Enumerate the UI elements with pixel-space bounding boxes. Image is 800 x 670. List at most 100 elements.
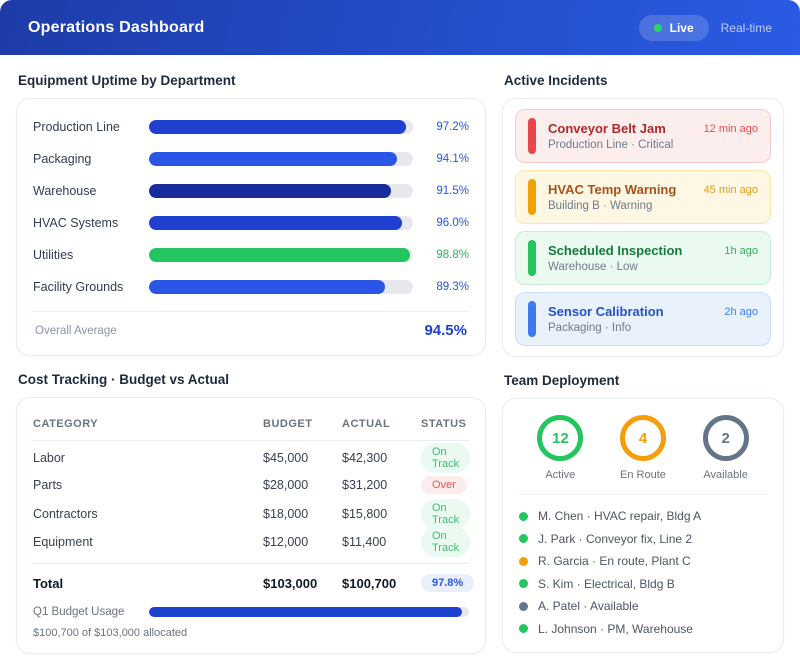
team-stat-label: En Route xyxy=(620,469,666,481)
incidents-section: Active Incidents Conveyor Belt Jam 12 mi… xyxy=(502,73,784,357)
allocation-text: $100,700 of $103,000 allocated xyxy=(33,627,188,639)
incident-body: HVAC Temp Warning 45 min ago Building B … xyxy=(548,182,758,212)
team-member-row: L. Johnson · PM, Warehouse xyxy=(519,618,767,641)
cost-section-title: Cost Tracking · Budget vs Actual xyxy=(18,372,230,387)
incidents-section-title: Active Incidents xyxy=(504,73,608,88)
incident-body: Scheduled Inspection 1h ago Warehouse · … xyxy=(548,243,758,273)
cost-category: Contractors xyxy=(33,507,98,521)
incident-title: Scheduled Inspection xyxy=(548,243,683,258)
incident-card[interactable]: HVAC Temp Warning 45 min ago Building B … xyxy=(515,170,771,224)
budget-usage-fill xyxy=(149,607,462,617)
member-text: L. Johnson · PM, Warehouse xyxy=(538,621,693,636)
incident-body: Conveyor Belt Jam 12 min ago Production … xyxy=(548,121,758,151)
uptime-bar-track xyxy=(149,152,413,166)
cost-row: Equipment $12,000 $11,400 On Track xyxy=(33,527,471,557)
uptime-bar-list: Production Line 97.2% Packaging 94.1% Wa… xyxy=(33,111,469,303)
member-text: J. Park · Conveyor fix, Line 2 xyxy=(538,531,693,546)
member-status-dot xyxy=(519,534,528,544)
incident-time: 45 min ago xyxy=(703,183,758,196)
uptime-bar-fill xyxy=(149,184,391,198)
team-stat-ring: 4 xyxy=(619,415,666,461)
incident-time: 12 min ago xyxy=(703,122,758,135)
member-status-dot xyxy=(519,556,528,566)
member-text: M. Chen · HVAC repair, Bldg A xyxy=(538,509,702,524)
incident-card[interactable]: Conveyor Belt Jam 12 min ago Production … xyxy=(515,109,771,163)
uptime-section-title: Equipment Uptime by Department xyxy=(18,73,236,88)
incident-meta: Warehouse · Low xyxy=(548,261,638,273)
uptime-dept-label: Utilities xyxy=(33,248,74,262)
cost-section: Cost Tracking · Budget vs Actual CATEGOR… xyxy=(16,372,486,654)
cost-actual: $11,400 xyxy=(342,535,387,549)
team-stat-value: 12 xyxy=(551,429,569,447)
cost-status-cell: On Track xyxy=(421,499,471,529)
uptime-dept-label: Packaging xyxy=(33,152,92,166)
live-badge[interactable]: Live xyxy=(638,14,709,41)
uptime-bar-track xyxy=(149,216,413,230)
team-stat: 4 En Route xyxy=(619,415,666,481)
incident-card[interactable]: Scheduled Inspection 1h ago Warehouse · … xyxy=(515,231,771,285)
total-status-cell: 97.8% xyxy=(421,574,475,592)
incident-meta: Building B · Warning xyxy=(548,200,653,212)
uptime-percent: 94.1% xyxy=(436,153,469,165)
uptime-dept-label: Production Line xyxy=(33,120,120,134)
uptime-bar-fill xyxy=(149,280,385,294)
member-status-dot xyxy=(519,601,528,611)
uptime-bar-fill xyxy=(149,120,406,134)
incident-severity-bar xyxy=(528,240,536,276)
cost-status-cell: On Track xyxy=(421,443,471,473)
uptime-row: Production Line 97.2% xyxy=(33,111,469,143)
uptime-bar-track xyxy=(149,120,413,134)
incident-severity-bar xyxy=(528,118,536,154)
member-text: A. Patel · Available xyxy=(538,599,639,614)
cost-actual: $42,300 xyxy=(342,451,388,465)
status-badge: On Track xyxy=(421,527,471,557)
budget-usage-row: Q1 Budget Usage xyxy=(33,606,469,618)
uptime-percent: 96.0% xyxy=(436,217,469,229)
incident-time: 1h ago xyxy=(724,244,758,257)
member-text: S. Kim · Electrical, Bldg B xyxy=(538,576,675,591)
uptime-row: HVAC Systems 96.0% xyxy=(33,207,469,239)
uptime-percent: 98.8% xyxy=(436,249,469,261)
member-status-dot xyxy=(519,511,528,521)
team-stat-value: 2 xyxy=(721,429,730,447)
total-percent-badge: 97.8% xyxy=(421,574,475,592)
cost-actual: $31,200 xyxy=(342,478,388,492)
col-header-status: STATUS xyxy=(421,418,467,430)
cost-status-cell: Over xyxy=(421,476,469,494)
col-header-actual: ACTUAL xyxy=(342,418,391,430)
cost-category: Labor xyxy=(33,451,65,465)
cost-actual: $15,800 xyxy=(342,507,388,521)
total-label: Total xyxy=(33,575,64,591)
incident-card[interactable]: Sensor Calibration 2h ago Packaging · In… xyxy=(515,292,771,346)
cost-total-row: Total $103,000 $100,700 97.8% xyxy=(33,568,475,598)
cost-category: Parts xyxy=(33,478,63,492)
team-stats: 12 Active 4 En Route 2 Available xyxy=(519,415,767,481)
uptime-dept-label: HVAC Systems xyxy=(33,216,119,230)
status-badge: On Track xyxy=(421,499,471,529)
cost-panel: CATEGORY BUDGET ACTUAL STATUS Labor $45,… xyxy=(16,397,486,654)
cost-category: Equipment xyxy=(33,535,93,549)
live-dot-icon xyxy=(653,23,662,32)
uptime-bar-fill xyxy=(149,152,398,166)
member-status-dot xyxy=(519,624,528,634)
cost-table-body: Labor $45,000 $42,300 On Track Parts $28… xyxy=(33,443,471,557)
uptime-bar-track xyxy=(149,280,413,294)
overall-average-value: 94.5% xyxy=(424,322,467,339)
total-budget: $103,000 xyxy=(263,575,318,591)
team-stat: 2 Available xyxy=(702,415,749,481)
team-panel: 12 Active 4 En Route 2 Available M. Chen… xyxy=(502,398,784,653)
member-status-dot xyxy=(519,579,528,589)
team-member-row: S. Kim · Electrical, Bldg B xyxy=(519,573,767,596)
uptime-bar-fill xyxy=(149,248,410,262)
incident-severity-bar xyxy=(528,179,536,215)
incident-title: Conveyor Belt Jam xyxy=(548,121,666,136)
uptime-row: Facility Grounds 89.3% xyxy=(33,271,469,303)
incident-time: 2h ago xyxy=(724,305,758,318)
uptime-bar-fill xyxy=(149,216,403,230)
cost-budget: $18,000 xyxy=(263,507,309,521)
incident-body: Sensor Calibration 2h ago Packaging · In… xyxy=(548,304,758,334)
cost-total-divider xyxy=(33,563,469,564)
uptime-dept-label: Facility Grounds xyxy=(33,280,124,294)
cost-row: Parts $28,000 $31,200 Over xyxy=(33,471,469,499)
team-stat-value: 4 xyxy=(638,429,648,447)
